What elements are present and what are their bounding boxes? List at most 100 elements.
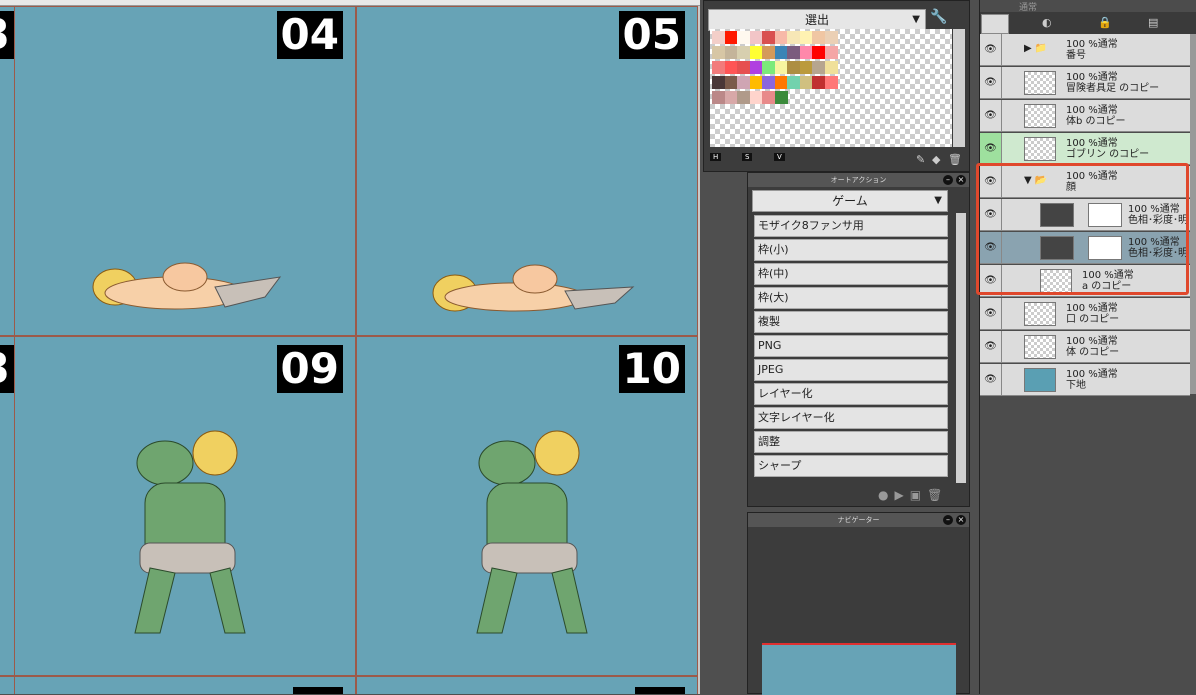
action-item[interactable]: 文字レイヤー化 <box>754 407 948 429</box>
lock-icon[interactable]: 🔒 <box>1098 16 1112 29</box>
layer-row[interactable]: 👁 100 %通常 冒険者具足 のコピー <box>980 67 1190 99</box>
trash-icon[interactable]: 🗑 <box>927 488 948 502</box>
color-swatch[interactable] <box>737 61 750 74</box>
visibility-eye-icon[interactable]: 👁 <box>980 298 1002 330</box>
visibility-eye-icon[interactable]: 👁 <box>980 34 1002 66</box>
color-swatch[interactable] <box>724 31 738 44</box>
action-item[interactable]: シャープ <box>754 455 948 477</box>
color-swatch[interactable] <box>737 76 750 89</box>
minimize-icon[interactable]: – <box>943 175 953 185</box>
color-swatch[interactable] <box>762 61 775 74</box>
visibility-eye-icon[interactable]: 👁 <box>980 364 1002 396</box>
scrollbar[interactable] <box>956 213 966 483</box>
close-icon[interactable]: × <box>956 175 966 185</box>
color-swatch[interactable] <box>712 91 725 104</box>
color-swatch[interactable] <box>812 46 825 59</box>
layer-row[interactable]: 👁 100 %通常 ゴブリン のコピー <box>980 133 1190 165</box>
layer-row[interactable]: 👁 100 %通常 体b のコピー <box>980 100 1190 132</box>
color-swatch[interactable] <box>774 46 788 59</box>
color-swatch[interactable] <box>724 76 738 89</box>
color-swatch[interactable] <box>749 31 763 44</box>
color-swatch[interactable] <box>749 76 763 89</box>
color-swatch[interactable] <box>812 76 825 89</box>
visibility-eye-icon[interactable]: 👁 <box>980 133 1002 165</box>
h-label[interactable]: H <box>710 153 722 161</box>
layer-color-icon[interactable]: ▤ <box>1148 16 1158 29</box>
color-swatch[interactable] <box>774 61 788 74</box>
v-label[interactable]: V <box>774 153 785 161</box>
color-swatch[interactable] <box>812 61 825 74</box>
action-item[interactable]: JPEG <box>754 359 948 381</box>
color-swatch[interactable] <box>787 46 800 59</box>
record-icon[interactable]: ● <box>878 488 894 502</box>
action-item[interactable]: モザイク8ファンサ用 <box>754 215 948 237</box>
color-swatch[interactable] <box>774 91 788 104</box>
color-swatch[interactable] <box>774 76 788 89</box>
new-action-icon[interactable]: ▣ <box>910 488 927 502</box>
mask-icon[interactable]: ◐ <box>1042 16 1052 29</box>
color-swatch[interactable] <box>724 46 738 59</box>
color-swatch-grid[interactable] <box>710 29 952 147</box>
chevron-down-icon: ▼ <box>934 195 942 206</box>
close-icon[interactable]: × <box>956 515 966 525</box>
color-swatch[interactable] <box>712 46 725 59</box>
color-swatch[interactable] <box>824 76 838 89</box>
color-set-dropdown[interactable]: 選出 ▼ <box>708 9 926 31</box>
color-swatch[interactable] <box>749 46 763 59</box>
color-swatch[interactable] <box>787 61 800 74</box>
visibility-eye-icon[interactable]: 👁 <box>980 331 1002 363</box>
color-swatch[interactable] <box>737 46 750 59</box>
blend-mode-dropdown[interactable] <box>981 14 1009 34</box>
action-item[interactable]: 枠(中) <box>754 263 948 285</box>
color-swatch[interactable] <box>787 31 800 44</box>
s-label[interactable]: S <box>742 153 753 161</box>
navigator-preview[interactable] <box>762 643 956 695</box>
eyedropper-icon[interactable]: ◆ <box>932 153 940 166</box>
color-swatch[interactable] <box>762 76 775 89</box>
color-swatch[interactable] <box>824 46 838 59</box>
color-swatch[interactable] <box>737 91 750 104</box>
color-swatch[interactable] <box>812 31 825 44</box>
action-item[interactable]: 調整 <box>754 431 948 453</box>
play-icon[interactable]: ▶ <box>894 488 909 502</box>
visibility-eye-icon[interactable]: 👁 <box>980 100 1002 132</box>
color-swatch[interactable] <box>712 31 725 44</box>
folder-icon[interactable]: ▶ 📁 <box>1024 43 1047 54</box>
color-swatch[interactable] <box>724 91 738 104</box>
action-item[interactable]: 枠(大) <box>754 287 948 309</box>
delete-color-icon[interactable]: ✎ <box>916 153 925 166</box>
action-set-dropdown[interactable]: ゲーム ▼ <box>752 190 948 212</box>
color-swatch[interactable] <box>737 31 750 44</box>
canvas[interactable]: 3 04 05 3 09 10 <box>0 0 700 694</box>
layer-row[interactable]: 👁 100 %通常体 のコピー <box>980 331 1190 363</box>
color-swatch[interactable] <box>762 31 775 44</box>
layer-row[interactable]: 👁 100 %通常 下地 <box>980 364 1190 396</box>
minimize-icon[interactable]: – <box>943 515 953 525</box>
color-swatch[interactable] <box>774 31 788 44</box>
action-item[interactable]: レイヤー化 <box>754 383 948 405</box>
color-swatch[interactable] <box>749 61 763 74</box>
wrench-icon[interactable]: 🔧 <box>930 9 947 29</box>
color-swatch[interactable] <box>824 31 838 44</box>
action-item[interactable]: 複製 <box>754 311 948 333</box>
color-swatch[interactable] <box>799 46 813 59</box>
color-swatch[interactable] <box>799 61 813 74</box>
scrollbar[interactable] <box>953 29 965 147</box>
trash-icon[interactable]: 🗑 <box>948 153 962 166</box>
color-swatch[interactable] <box>799 31 813 44</box>
color-swatch[interactable] <box>724 61 738 74</box>
color-swatch[interactable] <box>712 61 725 74</box>
scrollbar[interactable] <box>1190 34 1196 394</box>
color-swatch[interactable] <box>799 76 813 89</box>
visibility-eye-icon[interactable]: 👁 <box>980 67 1002 99</box>
action-item[interactable]: 枠(小) <box>754 239 948 261</box>
color-swatch[interactable] <box>712 76 725 89</box>
action-item[interactable]: PNG <box>754 335 948 357</box>
color-swatch[interactable] <box>787 76 800 89</box>
color-swatch[interactable] <box>824 61 838 74</box>
color-swatch[interactable] <box>749 91 763 104</box>
color-swatch[interactable] <box>762 91 775 104</box>
layer-row[interactable]: 👁 100 %通常口 のコピー <box>980 298 1190 330</box>
layer-row[interactable]: 👁 ▶ 📁 100 %通常 番号 <box>980 34 1190 66</box>
color-swatch[interactable] <box>762 46 775 59</box>
